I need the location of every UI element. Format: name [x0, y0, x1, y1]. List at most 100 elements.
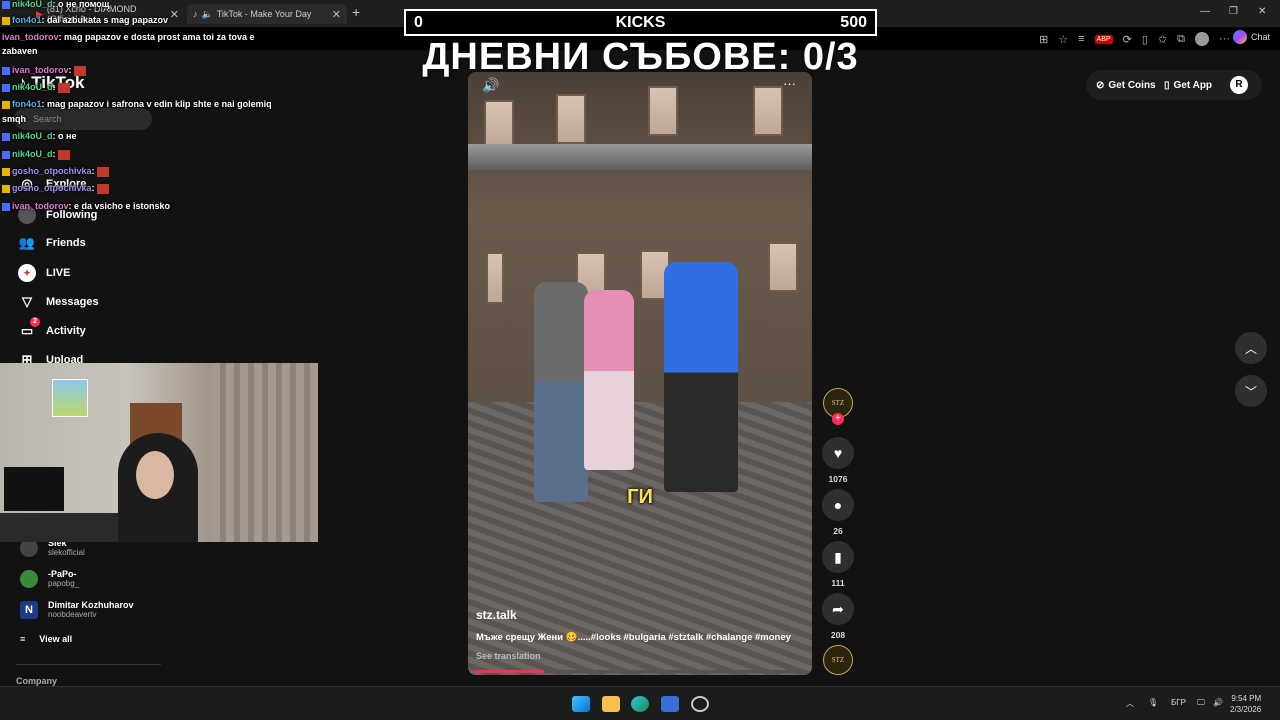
see-translation-link[interactable]: See translation [476, 651, 541, 661]
following-account[interactable]: -PaPo-papobg_ [20, 569, 79, 588]
profile-avatar[interactable]: R [1230, 76, 1248, 94]
copilot-chat-button[interactable]: Chat [1232, 30, 1270, 44]
video-author[interactable]: stz.talk [476, 608, 517, 622]
chat-label: Chat [1250, 32, 1270, 42]
music-disc[interactable]: STZ [823, 645, 853, 675]
store-icon[interactable] [661, 696, 679, 712]
windows-taskbar: ︿ 🎙 БГР 🖵 🔊 [0, 686, 1280, 720]
sidebar-item-activity[interactable]: ▭ 2 Activity [18, 317, 86, 339]
star-icon[interactable]: ☆ [1058, 33, 1068, 46]
adblock-icon[interactable]: ABP [1094, 34, 1113, 44]
language-indicator[interactable]: БГР [1171, 698, 1186, 707]
minimize-icon[interactable]: — [1200, 6, 1210, 17]
more-icon[interactable]: ··· [1219, 33, 1230, 45]
split-icon[interactable]: ▯ [1142, 33, 1148, 46]
video-window [556, 94, 586, 144]
tray-chevron-icon[interactable]: ︿ [1126, 698, 1134, 709]
friends-icon: 👥 [18, 235, 36, 250]
restore-icon[interactable]: ❐ [1229, 6, 1238, 17]
coin-icon: ⊘ [1096, 79, 1105, 91]
video-description: Мъже срещу Жени 🥴.....#looks #bulgaria #… [476, 632, 791, 643]
edge-icon[interactable] [631, 696, 649, 712]
tiktok-icon: ♪ [193, 9, 198, 19]
get-app-button[interactable]: ▯ Get App [1164, 74, 1212, 96]
comment-icon: ● [833, 497, 843, 513]
heart-icon: ♥ [833, 445, 843, 461]
system-clock[interactable]: 9:54 PM 2/3/2026 [1230, 693, 1261, 715]
like-count: 1076 [828, 474, 848, 484]
grid-icon[interactable]: ⊞ [1039, 33, 1048, 46]
sidebar-item-messages[interactable]: ▽ Messages [18, 294, 99, 310]
more-options-icon[interactable]: ··· [783, 76, 796, 91]
sidebar-item-label: Friends [46, 237, 86, 249]
get-coins-button[interactable]: ⊘ Get Coins [1096, 74, 1156, 96]
video-window [484, 100, 514, 150]
view-all-link[interactable]: ≡ View all [20, 634, 72, 644]
chat-message: ivan_todorov: e da vsicho e istonsko [2, 201, 170, 211]
comment-count: 26 [833, 526, 843, 536]
next-video-button[interactable]: ﹀ [1235, 375, 1267, 407]
volume-tray-icon[interactable]: 🔊 [1213, 698, 1223, 707]
following-account[interactable]: N Dimitar Kozhuharov noobdeavertv [20, 600, 134, 619]
chat-message: fon4o1: mag papazov i safrona v edin kli… [2, 99, 272, 109]
collections-icon[interactable]: ⧉ [1177, 33, 1185, 46]
company-link[interactable]: Company [16, 676, 57, 686]
previous-video-button[interactable]: ︿ [1235, 332, 1267, 364]
save-count: 111 [831, 578, 845, 588]
profile-avatar[interactable] [1195, 32, 1209, 46]
video-progress-bar[interactable] [474, 670, 808, 673]
search-placeholder: Search [33, 114, 62, 124]
tab-tiktok[interactable]: ♪ 🔈 TikTok - Make Your Day ✕ [187, 4, 347, 24]
sidebar-item-label: Messages [46, 296, 99, 308]
tv [4, 467, 64, 511]
mic-icon[interactable]: 🎙 [1148, 698, 1158, 707]
new-tab-button[interactable]: + [352, 4, 360, 20]
video-progress-fill [474, 670, 545, 673]
video-caption: ГИ [627, 486, 653, 508]
volume-icon[interactable]: 🔊 [482, 77, 499, 94]
close-icon[interactable]: ✕ [170, 8, 179, 21]
sidebar-item-friends[interactable]: 👥 Friends [18, 235, 86, 251]
clock-date: 2/3/2026 [1230, 705, 1262, 714]
webcam-feed [0, 363, 318, 542]
favorites-icon[interactable]: ✩ [1158, 33, 1167, 46]
notification-badge: 2 [30, 317, 40, 327]
video-person [534, 282, 588, 502]
search-input[interactable]: ⌕ Search [14, 108, 152, 130]
account-name: Dimitar Kozhuharov [48, 600, 134, 610]
sidebar-item-label: Activity [46, 325, 86, 337]
avatar [20, 569, 38, 588]
messages-icon: ▽ [22, 294, 32, 309]
curtain [212, 363, 318, 542]
file-explorer-icon[interactable] [602, 696, 620, 712]
chevron-up-icon: ︿ [1244, 341, 1257, 356]
save-button[interactable]: ▮ [822, 541, 854, 573]
chat-message: nik4oU_d: [2, 149, 71, 160]
close-window-icon[interactable]: ✕ [1258, 6, 1266, 17]
network-icon[interactable]: 🖵 [1197, 698, 1205, 708]
browser-toolbar-icons: ⊞ ☆ ≡ ABP ⟳ ▯ ✩ ⧉ ··· [1039, 32, 1230, 46]
account-handle: noobdeavertv [48, 610, 97, 619]
video-window [648, 86, 678, 136]
share-count: 208 [830, 630, 846, 640]
video-player[interactable] [468, 72, 812, 675]
chat-message: fon4o1: dal azbukata s mag papazov [2, 15, 168, 25]
start-icon[interactable] [572, 696, 590, 712]
video-window [486, 252, 504, 304]
chat-message: ivan_todorov: mag papazov e dosta prost … [2, 32, 255, 42]
score-bar: 0 KICKS 500 [404, 9, 877, 36]
chat-message: gosho_otpochivka: [2, 166, 110, 177]
view-all-label: View all [39, 634, 73, 644]
phone-icon: ▯ [1164, 79, 1170, 91]
speaker-icon: 🔈 [201, 8, 213, 19]
score-right: 500 [840, 14, 867, 31]
share-button[interactable]: ➦ [822, 593, 854, 625]
refresh-icon[interactable]: ⟳ [1123, 33, 1132, 46]
reader-icon[interactable]: ≡ [1078, 33, 1084, 45]
sidebar-item-live[interactable]: ✦ LIVE [18, 264, 70, 282]
follow-plus-icon[interactable]: + [832, 413, 844, 425]
close-icon[interactable]: ✕ [332, 8, 341, 21]
settings-icon[interactable] [691, 696, 709, 712]
comment-button[interactable]: ● [822, 489, 854, 521]
like-button[interactable]: ♥ [822, 437, 854, 469]
